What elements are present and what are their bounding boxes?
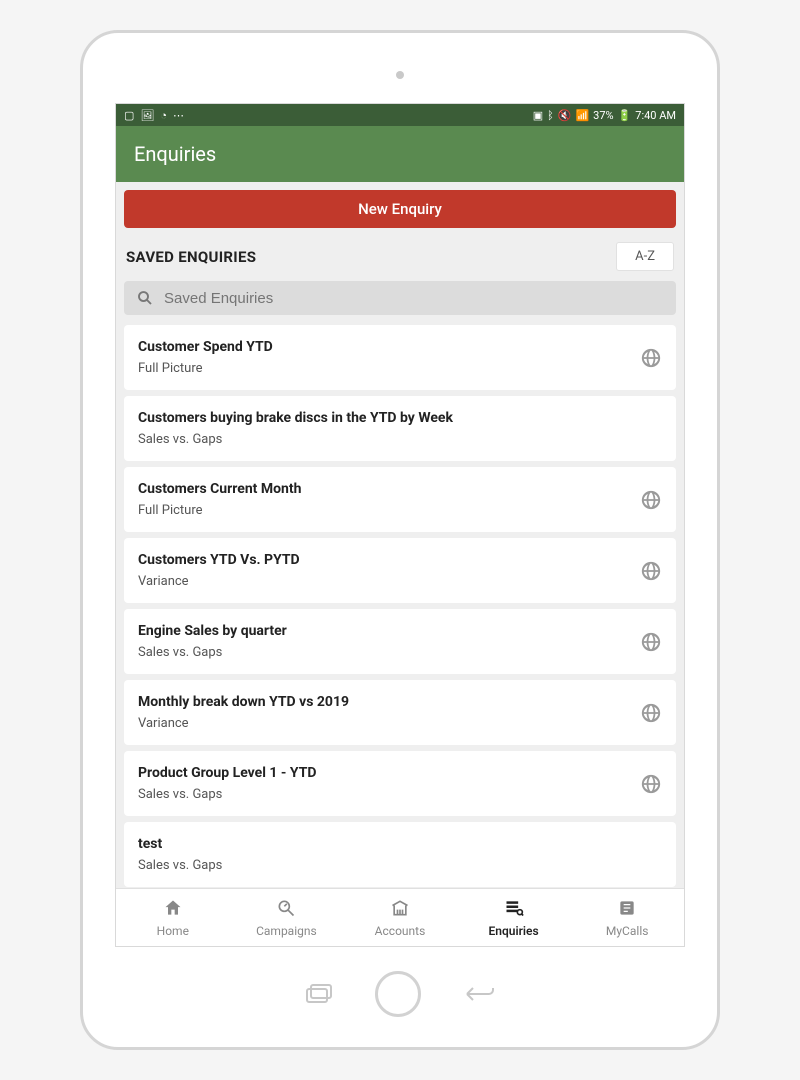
item-text: Customers buying brake discs in the YTD … (138, 410, 662, 447)
square-icon: ▢ (124, 109, 134, 122)
nav-item-home[interactable]: Home (116, 889, 230, 946)
status-right: ▣ ᛒ 🔇 📶 37% 🔋 7:40 AM (533, 109, 676, 122)
item-title: Customer Spend YTD (138, 339, 640, 355)
item-subtitle: Variance (138, 716, 640, 731)
item-title: Product Group Level 1 - YTD (138, 765, 640, 781)
item-title: test (138, 836, 662, 852)
search-icon (136, 289, 154, 307)
item-text: Monthly break down YTD vs 2019 Variance (138, 694, 640, 731)
accounts-icon (390, 898, 410, 921)
bottom-nav: Home Campaigns Accounts Enquiries MyCalls (116, 888, 684, 946)
campaigns-icon (276, 898, 296, 921)
list-item[interactable]: Customers YTD Vs. PYTD Variance (124, 538, 676, 603)
battery-icon: 🔋 (618, 109, 632, 122)
camera-dot (396, 71, 404, 79)
tablet-frame: ▢ 🖼 ◔ ⋯ ▣ ᛒ 🔇 📶 37% 🔋 7:40 AM Enquiries … (80, 30, 720, 1050)
item-text: Product Group Level 1 - YTD Sales vs. Gap… (138, 765, 640, 802)
mute-icon: 🔇 (558, 109, 572, 122)
nav-label: Home (157, 924, 189, 938)
nfc-icon: ▣ (533, 109, 543, 122)
list-item[interactable]: Customers buying brake discs in the YTD … (124, 396, 676, 461)
item-title: Customers buying brake discs in the YTD … (138, 410, 662, 426)
recent-apps-button[interactable] (303, 982, 335, 1006)
page-title: Enquiries (134, 142, 216, 166)
globe-icon (640, 702, 662, 724)
item-text: Customers Current Month Full Picture (138, 481, 640, 518)
screen: ▢ 🖼 ◔ ⋯ ▣ ᛒ 🔇 📶 37% 🔋 7:40 AM Enquiries … (115, 103, 685, 947)
item-subtitle: Sales vs. Gaps (138, 645, 640, 660)
wifi-icon: 📶 (575, 109, 589, 122)
bluetooth-icon: ᛒ (547, 109, 554, 122)
nav-label: Accounts (375, 924, 426, 938)
mycalls-icon (617, 898, 637, 921)
list-item[interactable]: Engine Sales by quarter Sales vs. Gaps (124, 609, 676, 674)
list-item[interactable]: Product Group Level 1 - YTD Sales vs. Gap… (124, 751, 676, 816)
item-text: Customers YTD Vs. PYTD Variance (138, 552, 640, 589)
globe-icon (640, 560, 662, 582)
nav-label: Enquiries (489, 924, 539, 938)
item-title: Customers Current Month (138, 481, 640, 497)
clock-icon: ◔ (160, 109, 167, 122)
item-subtitle: Sales vs. Gaps (138, 432, 662, 447)
item-text: Engine Sales by quarter Sales vs. Gaps (138, 623, 640, 660)
list-item[interactable]: Monthly break down YTD vs 2019 Variance (124, 680, 676, 745)
item-text: test Sales vs. Gaps (138, 836, 662, 873)
new-enquiry-button[interactable]: New Enquiry (124, 190, 676, 228)
nav-item-mycalls[interactable]: MyCalls (570, 889, 684, 946)
list-item[interactable]: Customers Current Month Full Picture (124, 467, 676, 532)
clock-time: 7:40 AM (635, 109, 676, 122)
sort-button[interactable]: A-Z (616, 242, 674, 271)
search-input[interactable] (164, 290, 664, 307)
content-area: New Enquiry SAVED ENQUIRIES A-Z Customer… (116, 182, 684, 888)
list-item[interactable]: Customer Spend YTD Full Picture (124, 325, 676, 390)
globe-icon (640, 773, 662, 795)
search-box[interactable] (124, 281, 676, 315)
nav-label: MyCalls (606, 924, 649, 938)
back-button[interactable] (461, 982, 497, 1006)
list-item[interactable]: test Sales vs. Gaps (124, 822, 676, 887)
hardware-buttons (303, 971, 497, 1017)
enquiry-list: Customer Spend YTDFull PictureCustomers … (116, 325, 684, 887)
nav-item-accounts[interactable]: Accounts (343, 889, 457, 946)
section-header: SAVED ENQUIRIES A-Z (116, 236, 684, 277)
home-button[interactable] (375, 971, 421, 1017)
enquiries-icon (504, 898, 524, 921)
app-bar: Enquiries (116, 126, 684, 182)
item-title: Customers YTD Vs. PYTD (138, 552, 640, 568)
globe-icon (640, 631, 662, 653)
item-subtitle: Full Picture (138, 503, 640, 518)
status-left: ▢ 🖼 ◔ ⋯ (124, 109, 184, 122)
section-title: SAVED ENQUIRIES (126, 248, 256, 266)
item-title: Engine Sales by quarter (138, 623, 640, 639)
item-subtitle: Sales vs. Gaps (138, 787, 640, 802)
nav-item-campaigns[interactable]: Campaigns (230, 889, 344, 946)
item-subtitle: Variance (138, 574, 640, 589)
item-text: Customer Spend YTD Full Picture (138, 339, 640, 376)
image-icon: 🖼 (140, 109, 154, 122)
home-icon (163, 898, 183, 921)
globe-icon (640, 489, 662, 511)
battery-percent: 37% (593, 109, 613, 122)
item-subtitle: Sales vs. Gaps (138, 858, 662, 873)
status-bar: ▢ 🖼 ◔ ⋯ ▣ ᛒ 🔇 📶 37% 🔋 7:40 AM (116, 104, 684, 126)
globe-icon (640, 347, 662, 369)
more-icon: ⋯ (173, 109, 184, 122)
nav-item-enquiries[interactable]: Enquiries (457, 889, 571, 946)
nav-label: Campaigns (256, 924, 317, 938)
item-subtitle: Full Picture (138, 361, 640, 376)
item-title: Monthly break down YTD vs 2019 (138, 694, 640, 710)
